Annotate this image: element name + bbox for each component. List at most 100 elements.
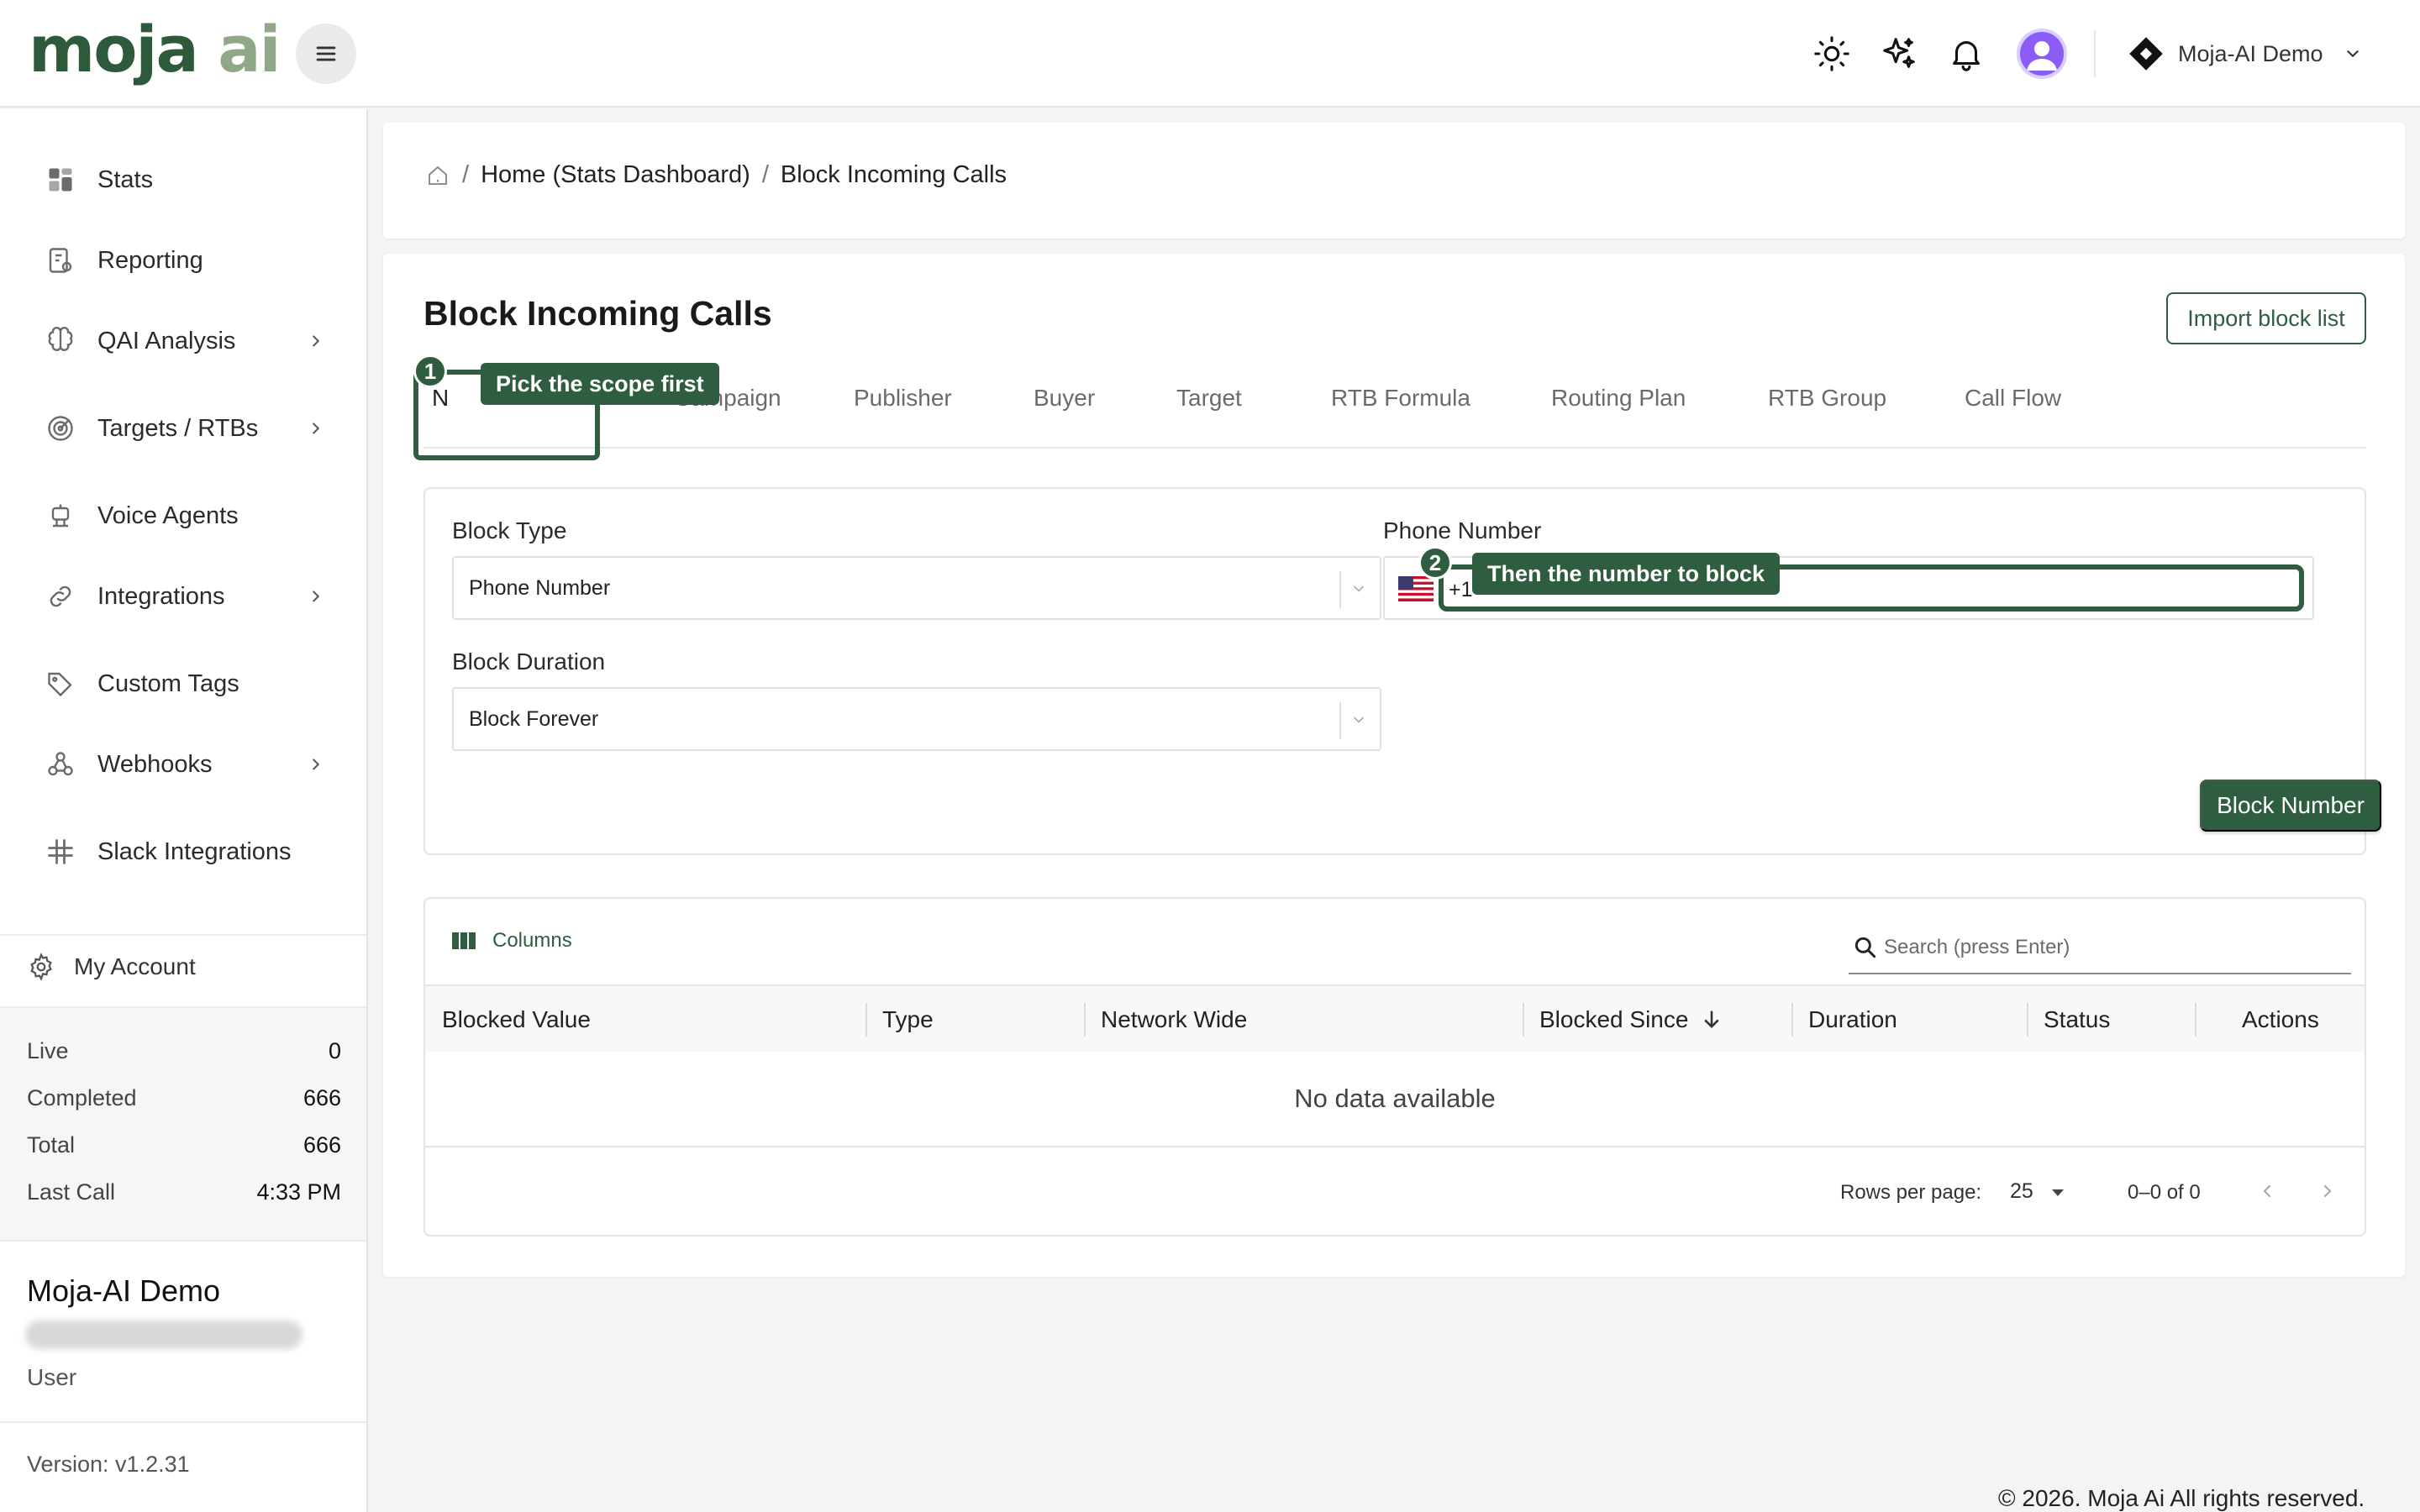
- next-page-button[interactable]: [2311, 1174, 2344, 1208]
- notifications-button[interactable]: [1946, 34, 1986, 74]
- tab-routing-plan[interactable]: Routing Plan: [1551, 385, 1686, 412]
- tag-icon: [44, 667, 77, 701]
- tab-publisher[interactable]: Publisher: [854, 385, 952, 412]
- top-bar: moja ai Moja-AI Demo: [0, 0, 2420, 108]
- my-account-link[interactable]: My Account: [27, 953, 196, 981]
- sidebar-item-custom-tags[interactable]: Custom Tags: [44, 659, 329, 709]
- column-separator[interactable]: [865, 1003, 867, 1037]
- ai-assistant-button[interactable]: [1879, 34, 1919, 74]
- phone-number-field[interactable]: +1 Then the number to block 2: [1383, 546, 2314, 620]
- breadcrumb-card: / Home (Stats Dashboard) / Block Incomin…: [383, 123, 2405, 239]
- dashboard-icon: [44, 163, 77, 197]
- sidebar-item-qai-analysis[interactable]: QAI Analysis: [44, 316, 329, 366]
- user-role: User: [27, 1364, 77, 1390]
- breadcrumb-separator: /: [462, 161, 470, 188]
- search-input[interactable]: [1884, 931, 2338, 964]
- webhook-icon: [44, 748, 77, 781]
- sun-icon: [1814, 36, 1849, 71]
- footer-copyright: © 2026. Moja Ai All rights reserved.: [1998, 1485, 2365, 1511]
- org-switcher-label: Moja-AI Demo: [2178, 40, 2323, 66]
- column-network-wide[interactable]: Network Wide: [1101, 1006, 1247, 1033]
- table-toolbar: Columns: [425, 899, 2365, 984]
- block-type-label: Block Type: [452, 517, 567, 543]
- user-silhouette-icon: [2027, 41, 2057, 71]
- block-form: Block Type Phone Number Block Duration B…: [424, 487, 2381, 855]
- sort-descending-icon[interactable]: [1700, 1008, 1723, 1032]
- home-icon[interactable]: [425, 163, 450, 188]
- column-separator[interactable]: [2195, 1003, 2196, 1037]
- column-separator[interactable]: [2027, 1003, 2028, 1037]
- user-avatar[interactable]: [2017, 29, 2067, 79]
- hamburger-icon: [316, 46, 336, 61]
- block-duration-value: Block Forever: [469, 707, 599, 731]
- link-icon: [44, 580, 77, 613]
- chevron-left-icon: [2263, 1184, 2271, 1198]
- block-type-value: Phone Number: [469, 576, 611, 600]
- search-icon: [1854, 937, 1876, 958]
- column-duration[interactable]: Duration: [1808, 1006, 1897, 1033]
- stat-total: Total 666: [27, 1132, 341, 1158]
- chevron-right-icon: [302, 415, 329, 442]
- column-separator[interactable]: [1791, 1003, 1793, 1037]
- sidebar-divider: [0, 1421, 366, 1423]
- sidebar-item-label: Voice Agents: [97, 501, 239, 529]
- stat-completed: Completed 666: [27, 1085, 341, 1110]
- topbar-divider: [2094, 30, 2096, 77]
- gear-icon: [30, 953, 52, 981]
- column-separator[interactable]: [1523, 1003, 1524, 1037]
- tab-target[interactable]: Target: [1176, 385, 1242, 412]
- block-duration-label: Block Duration: [452, 648, 606, 675]
- import-block-list-button[interactable]: Import block list: [2166, 292, 2366, 344]
- org-logo-icon: [2129, 37, 2163, 71]
- menu-toggle-button[interactable]: [296, 24, 356, 84]
- caret-down-icon: [2051, 1189, 2064, 1196]
- tab-network[interactable]: N: [432, 385, 449, 412]
- block-duration-select[interactable]: Block Forever: [452, 687, 1381, 751]
- columns-button[interactable]: Columns: [452, 929, 572, 953]
- pagination-range: 0–0 of 0: [2128, 1181, 2201, 1204]
- table-search[interactable]: [1849, 922, 2351, 974]
- column-status[interactable]: Status: [2044, 1006, 2110, 1033]
- breadcrumb-home-link[interactable]: Home (Stats Dashboard): [481, 161, 750, 189]
- sidebar-item-label: Slack Integrations: [97, 837, 292, 865]
- sidebar-item-label: Targets / RTBs: [97, 414, 259, 442]
- block-number-button[interactable]: Block Number: [2200, 780, 2381, 832]
- sidebar-item-voice-agents[interactable]: Voice Agents: [44, 491, 329, 541]
- stat-live: Live 0: [27, 1038, 341, 1063]
- organization-switcher[interactable]: Moja-AI Demo: [2129, 30, 2362, 77]
- tab-call-flow[interactable]: Call Flow: [1965, 385, 2061, 412]
- stat-last-call: Last Call 4:33 PM: [27, 1179, 341, 1205]
- column-blocked-since[interactable]: Blocked Since: [1539, 1006, 1723, 1033]
- tab-rtb-formula[interactable]: RTB Formula: [1331, 385, 1470, 412]
- sidebar-item-stats[interactable]: Stats: [44, 155, 329, 205]
- moja-ai-logo[interactable]: moja ai: [29, 12, 281, 87]
- tab-buyer[interactable]: Buyer: [1034, 385, 1095, 412]
- sidebar-item-targets-rtbs[interactable]: Targets / RTBs: [44, 403, 329, 454]
- hint-step-2-badge: 2: [1418, 546, 1452, 580]
- sidebar-item-label: Reporting: [97, 246, 203, 274]
- report-icon: [44, 244, 77, 277]
- tab-rtb-group[interactable]: RTB Group: [1768, 385, 1886, 412]
- us-flag-icon[interactable]: [1398, 576, 1434, 601]
- chevron-right-icon: [302, 583, 329, 610]
- select-divider: [1339, 702, 1341, 739]
- call-stats-panel: Live 0 Completed 666 Total 666 Last Call 4:3…: [0, 1008, 366, 1240]
- sidebar-item-slack-integrations[interactable]: Slack Integrations: [44, 827, 329, 877]
- sidebar-item-integrations[interactable]: Integrations: [44, 571, 329, 622]
- sidebar-item-reporting[interactable]: Reporting: [44, 235, 329, 286]
- column-blocked-value[interactable]: Blocked Value: [442, 1006, 591, 1033]
- previous-page-button[interactable]: [2250, 1174, 2284, 1208]
- user-email-redacted: [25, 1320, 302, 1349]
- sidebar-divider: [0, 934, 366, 936]
- empty-state: No data available: [425, 1052, 2365, 1147]
- chevron-down-icon: [1349, 711, 1368, 729]
- theme-toggle-button[interactable]: [1812, 34, 1852, 74]
- block-type-select[interactable]: Phone Number: [452, 556, 1381, 620]
- sparkles-icon: [1883, 38, 1915, 68]
- column-separator[interactable]: [1084, 1003, 1086, 1037]
- robot-icon: [44, 499, 77, 533]
- sidebar-item-webhooks[interactable]: Webhooks: [44, 739, 329, 790]
- column-actions: Actions: [2242, 1006, 2319, 1032]
- rows-per-page-select[interactable]: 25: [2010, 1179, 2065, 1204]
- column-type[interactable]: Type: [882, 1006, 934, 1033]
